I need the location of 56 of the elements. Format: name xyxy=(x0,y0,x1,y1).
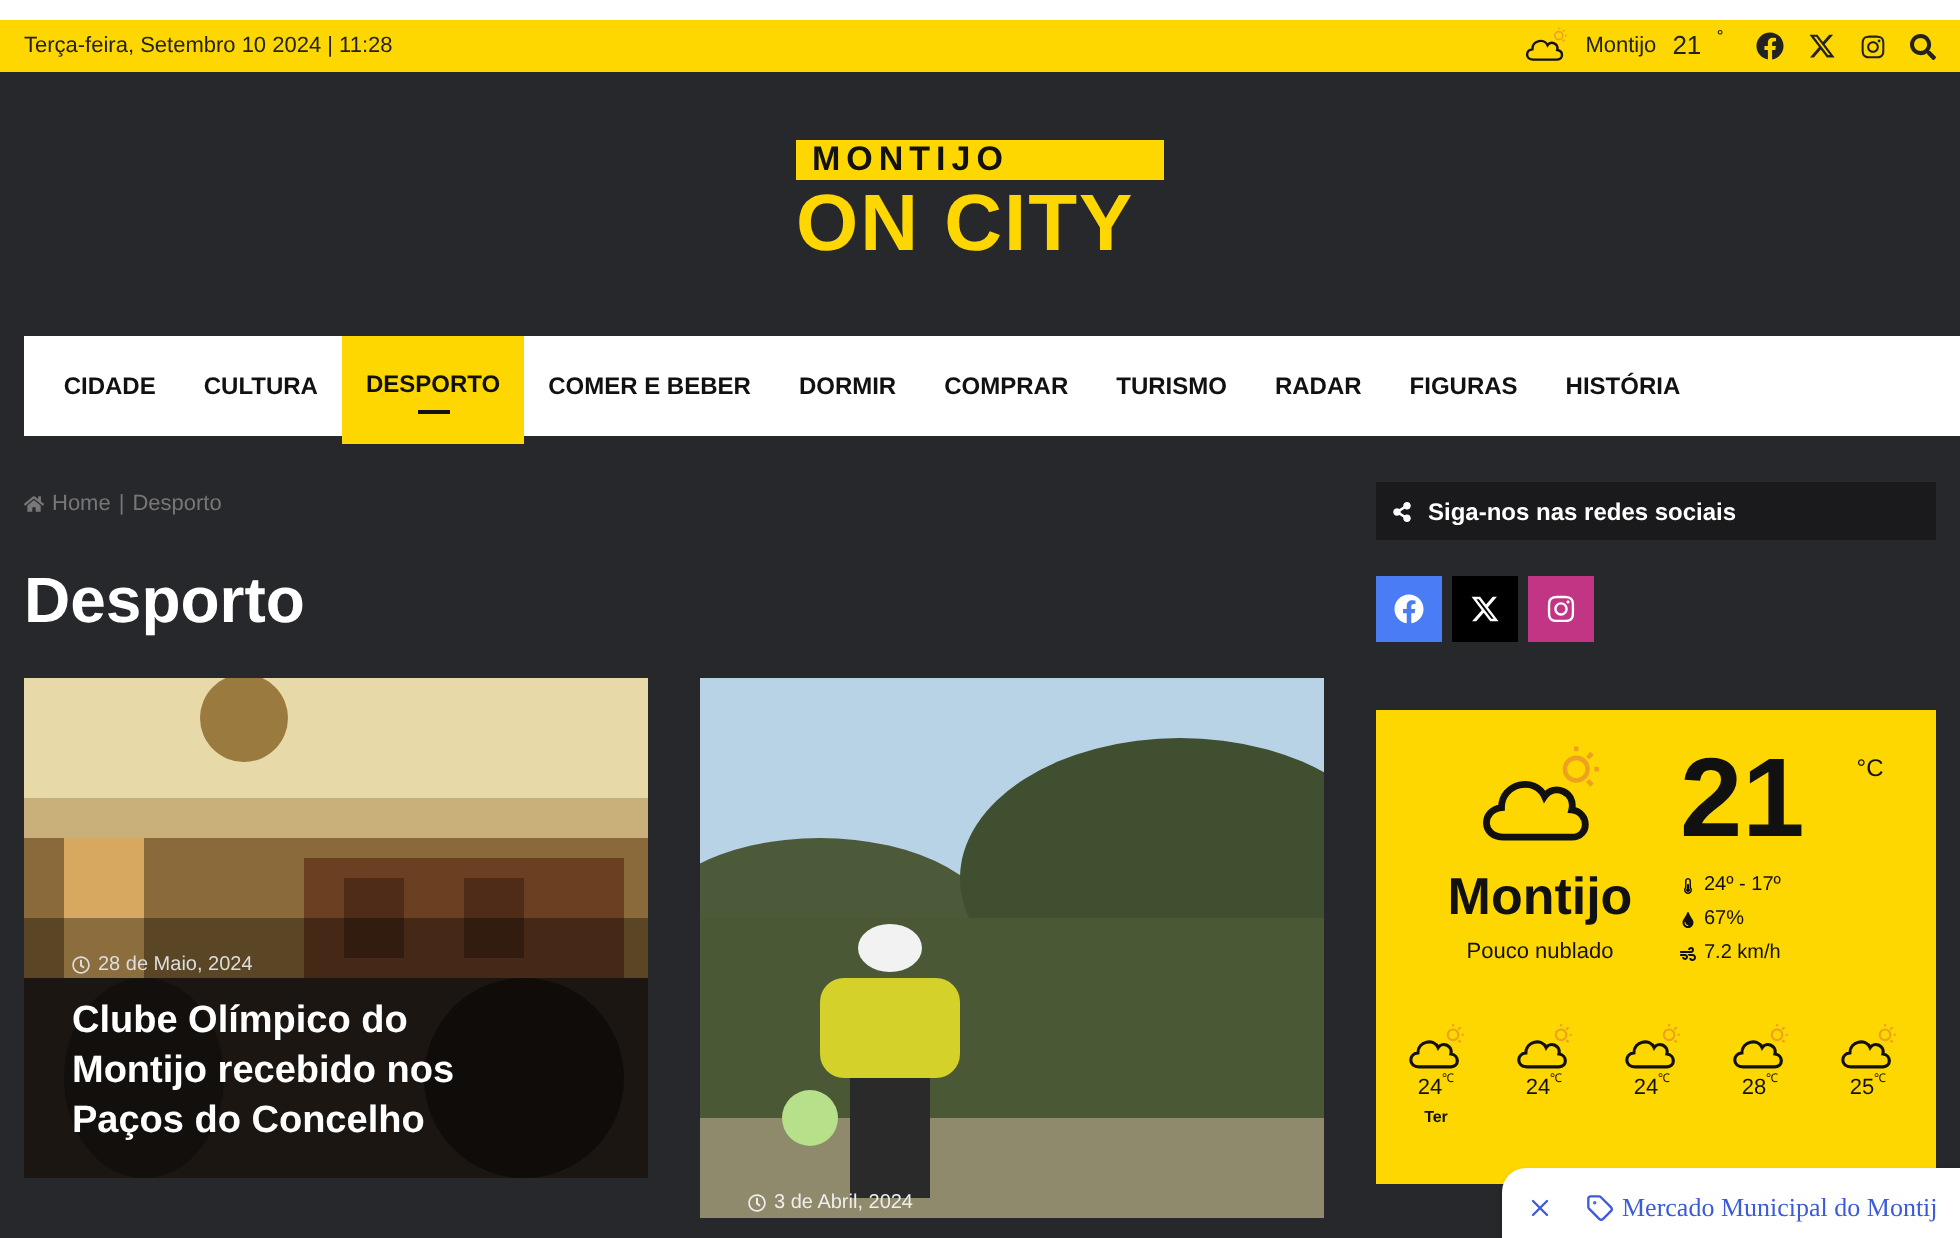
date-text: Terça-feira, Setembro 10 2024 | 11:28 xyxy=(24,31,393,62)
nav-tab[interactable]: DESPORTO xyxy=(341,336,525,444)
cloud-icon xyxy=(1728,1021,1792,1073)
clock-icon xyxy=(748,1194,766,1212)
nav-tab[interactable]: DORMIR xyxy=(774,336,921,436)
breadcrumb-separator: | xyxy=(118,489,125,520)
clock-icon xyxy=(72,956,90,974)
wind-icon xyxy=(1680,945,1696,961)
nav-tab[interactable]: CULTURA xyxy=(179,336,342,436)
weather-unit: ˚ xyxy=(1717,28,1724,57)
thermometer-icon xyxy=(1680,877,1696,893)
page-title: Desporto xyxy=(24,562,307,640)
temp-range: 24º - 17º xyxy=(1704,872,1781,900)
weather-city: Montijo xyxy=(1585,31,1657,62)
facebook-button[interactable] xyxy=(1376,576,1442,642)
humidity: 67% xyxy=(1704,906,1745,934)
nav-tab[interactable]: FIGURAS xyxy=(1385,336,1542,436)
x-button[interactable] xyxy=(1452,576,1518,642)
cloud-icon xyxy=(1620,1021,1684,1073)
article-date: 28 de Maio, 2024 xyxy=(98,952,253,980)
weather-description: Pouco nublado xyxy=(1466,938,1614,969)
forecast-day: Ter xyxy=(1424,1105,1448,1130)
instagram-icon xyxy=(1546,594,1576,624)
social-heading: Siga-nos nas redes sociais xyxy=(1428,495,1737,529)
nav-tab[interactable]: HISTÓRIA xyxy=(1541,336,1705,436)
x-icon xyxy=(1470,594,1500,624)
nav-tab[interactable]: TURISMO xyxy=(1092,336,1251,436)
nav-tab[interactable]: RADAR xyxy=(1250,336,1386,436)
home-icon xyxy=(24,494,44,514)
close-icon[interactable] xyxy=(1526,1194,1554,1222)
cloud-icon xyxy=(1512,1021,1576,1073)
weather-temp: 21 xyxy=(1680,742,1805,854)
cloud-icon xyxy=(1404,1021,1468,1073)
nav-tab[interactable]: CIDADE xyxy=(39,336,180,436)
article-card[interactable]: 28 de Maio, 2024 Clube Olímpico do Montijo recebido nos Paços do Concelho xyxy=(24,678,648,1178)
instagram-button[interactable] xyxy=(1528,576,1594,642)
cloud-icon xyxy=(1521,26,1570,66)
nav-tab[interactable]: COMER E BEBER xyxy=(524,336,775,436)
logo[interactable]: MONTIJO ON CITY xyxy=(796,140,1164,268)
facebook-icon[interactable] xyxy=(1756,32,1784,60)
nav-tab[interactable]: COMPRAR xyxy=(920,336,1093,436)
search-icon[interactable] xyxy=(1910,33,1936,59)
share-icon xyxy=(1392,501,1412,521)
tag-icon xyxy=(1586,1194,1614,1222)
droplet-icon xyxy=(1680,911,1696,927)
weather-temp: 21 xyxy=(1672,28,1702,65)
facebook-icon xyxy=(1394,594,1424,624)
cloud-icon xyxy=(1836,1021,1900,1073)
breadcrumb-current: Desporto xyxy=(132,489,222,520)
weather-city: Montijo xyxy=(1447,864,1633,931)
popup-link[interactable]: Mercado Municipal do Montij xyxy=(1622,1188,1938,1228)
instagram-icon[interactable] xyxy=(1860,33,1886,59)
x-icon[interactable] xyxy=(1808,32,1836,60)
article-date: 3 de Abril, 2024 xyxy=(774,1190,913,1218)
weather-unit: °C xyxy=(1856,752,1884,786)
wind-speed: 7.2 km/h xyxy=(1704,940,1781,968)
